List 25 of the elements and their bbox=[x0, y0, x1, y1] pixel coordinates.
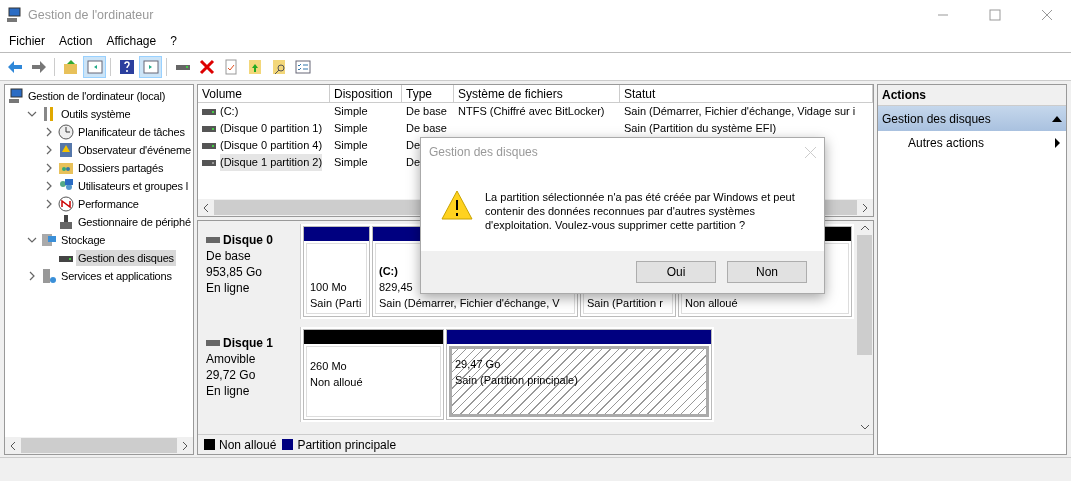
partition-info: Sain (Parti bbox=[310, 296, 363, 311]
actions-header: Actions bbox=[878, 85, 1066, 106]
partition-name: (C:) bbox=[379, 264, 399, 279]
disk-status: En ligne bbox=[206, 383, 251, 399]
legend-label: Partition principale bbox=[297, 436, 397, 454]
disk-size: 953,85 Go bbox=[206, 264, 264, 280]
partition-info: Non alloué bbox=[310, 375, 364, 390]
partition-info: Non alloué bbox=[685, 296, 739, 311]
disk-type: Amovible bbox=[206, 351, 257, 367]
partition-info: Sain (Démarrer, Fichier d'échange, V bbox=[379, 296, 561, 311]
disk-size: 29,72 Go bbox=[206, 367, 257, 383]
disk-name: Disque 1 bbox=[223, 335, 273, 351]
partition-info: Sain (Partition r bbox=[587, 296, 664, 311]
legend-label: Non alloué bbox=[219, 436, 277, 454]
window-title: Gestion de l'ordinateur bbox=[28, 6, 154, 24]
partition-info: Sain (Partition principale) bbox=[455, 373, 579, 388]
disk-name: Disque 0 bbox=[223, 232, 273, 248]
partition-info: 260 Mo bbox=[310, 359, 348, 374]
partition-info: 29,47 Go bbox=[455, 357, 502, 372]
dialog-message: La partition sélectionnée n'a pas été créée par Windows et peut contenir des données reconnues par d'autres systèmes d'exploitation. Voulez-vous supprimer cette partition ? bbox=[485, 190, 796, 232]
disk-type: De base bbox=[206, 248, 252, 264]
dialog-title: Gestion des disques bbox=[429, 144, 538, 161]
disk-status: En ligne bbox=[206, 280, 251, 296]
partition-info: 829,45 bbox=[379, 280, 414, 295]
partition-info: 100 Mo bbox=[310, 280, 348, 295]
